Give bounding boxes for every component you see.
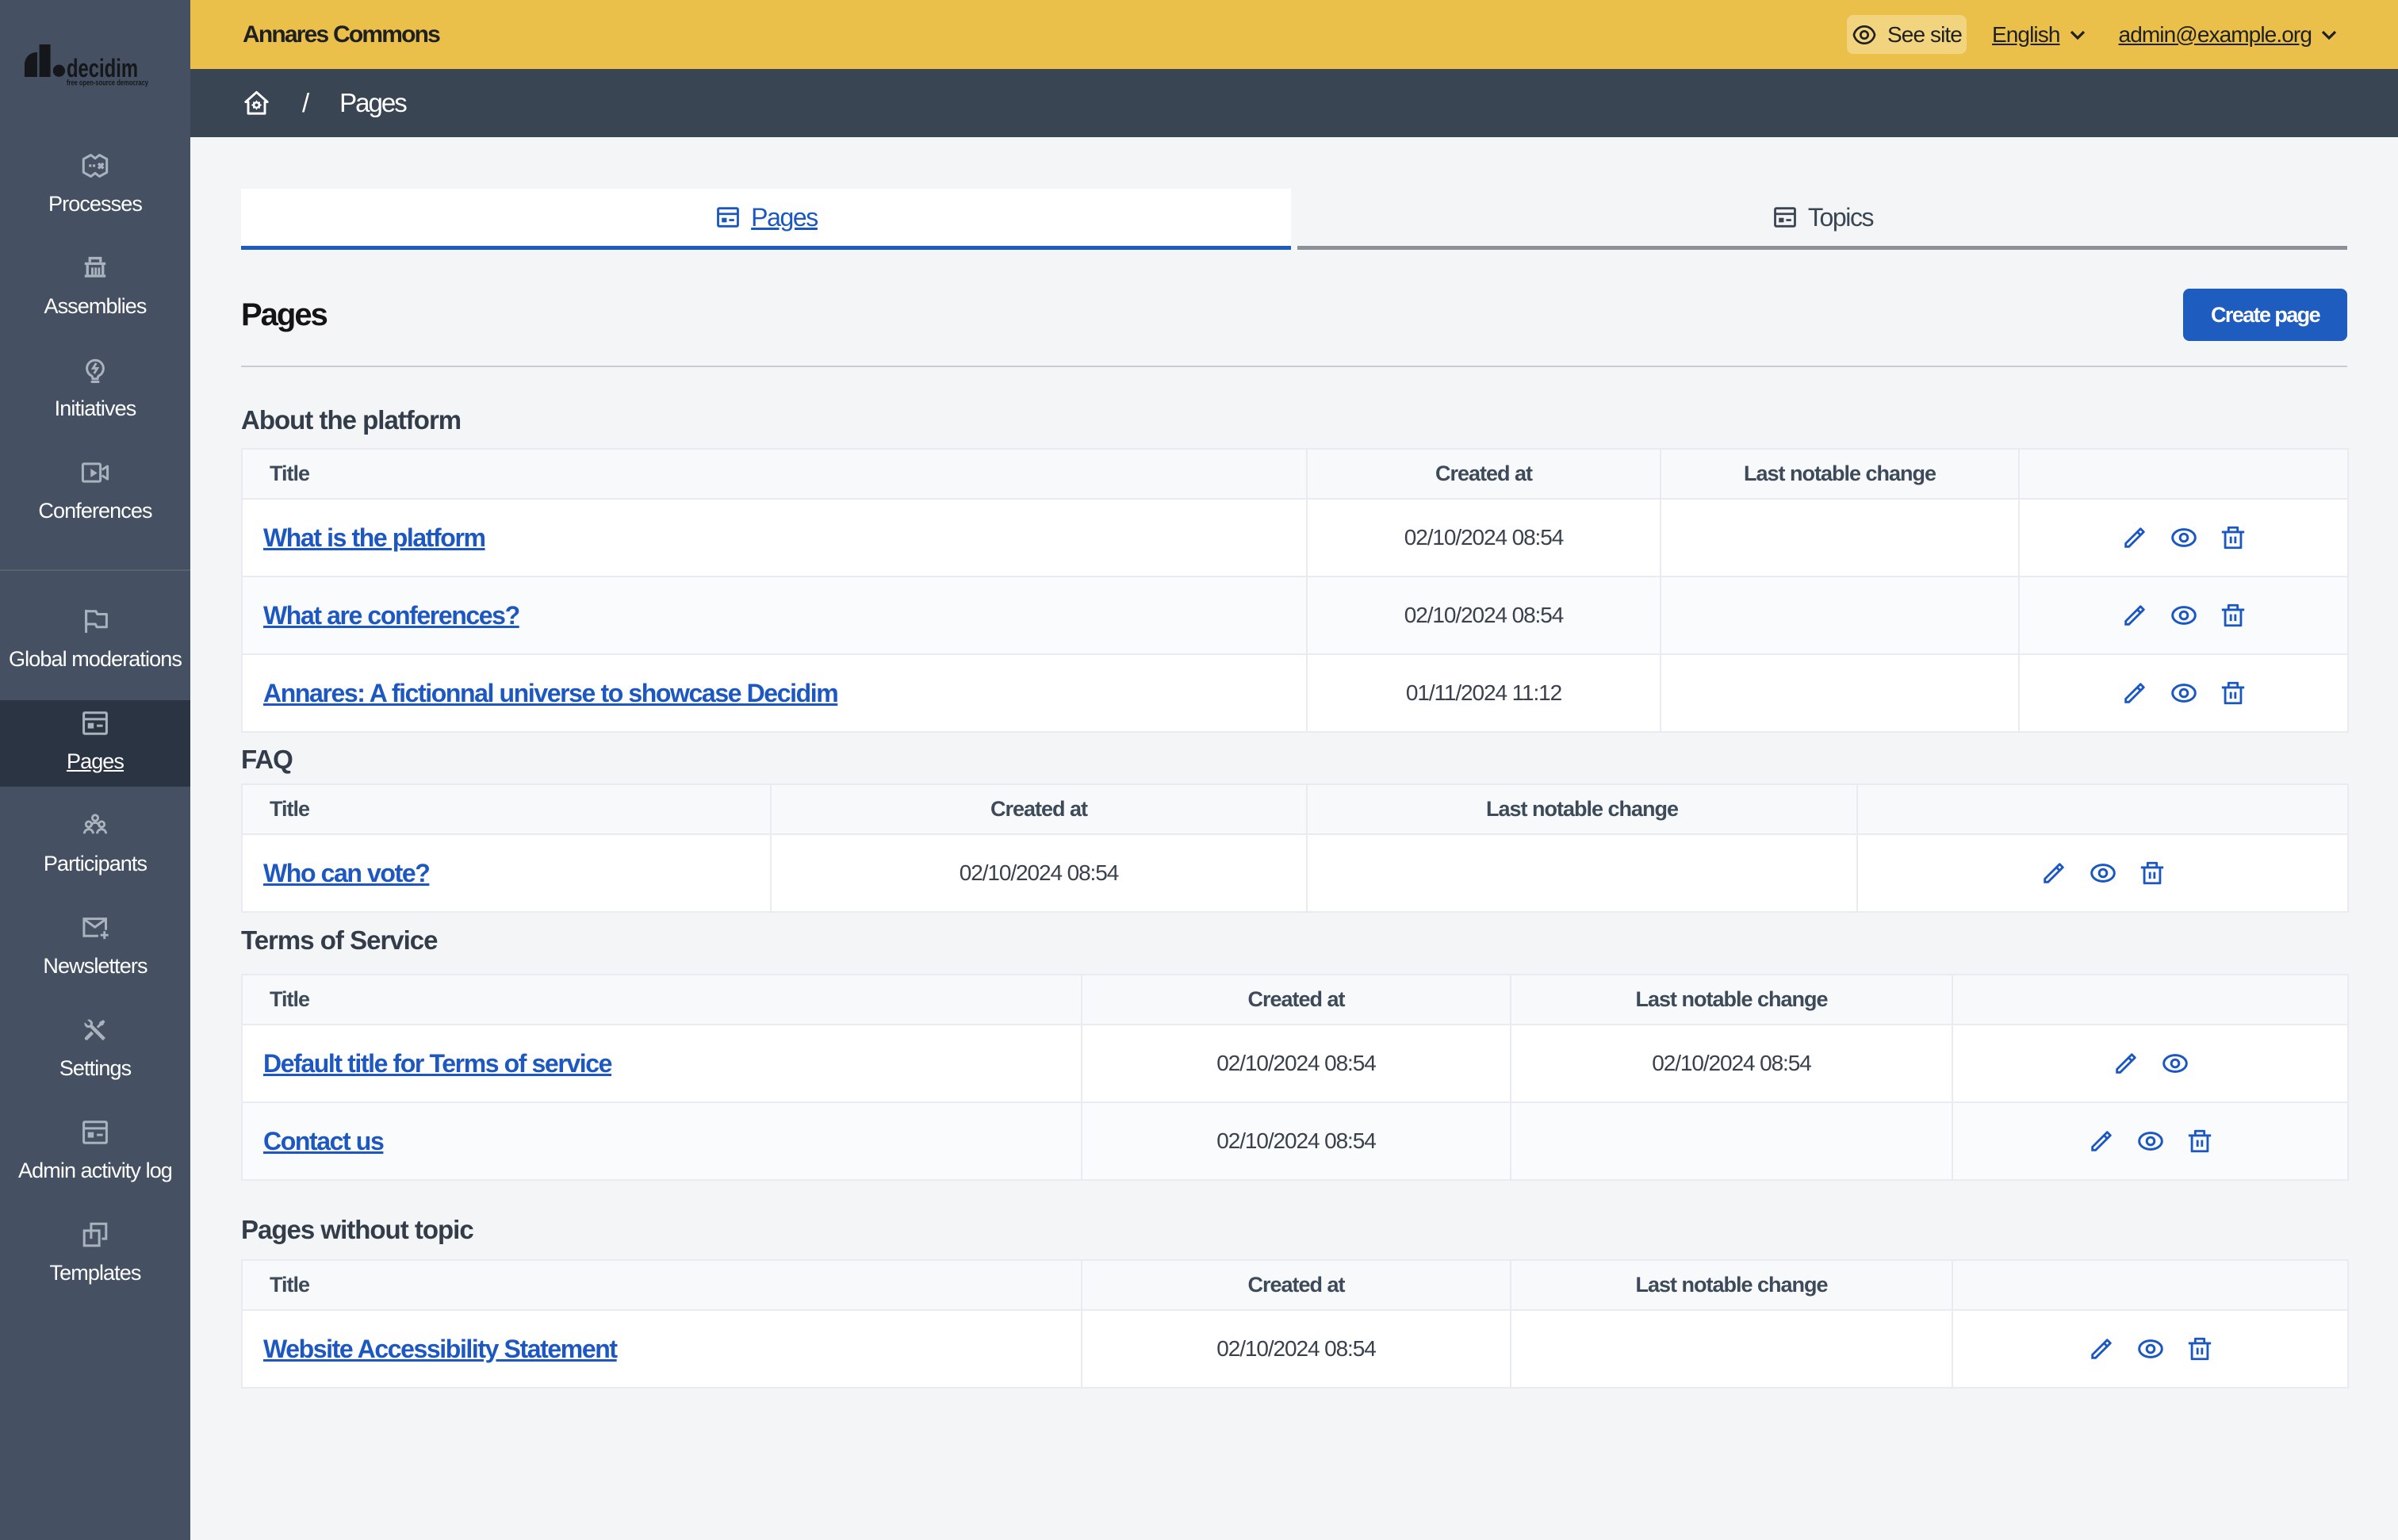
svg-text:decidim: decidim [67,54,138,82]
svg-text:free open-source democracy: free open-source democracy [67,79,148,88]
